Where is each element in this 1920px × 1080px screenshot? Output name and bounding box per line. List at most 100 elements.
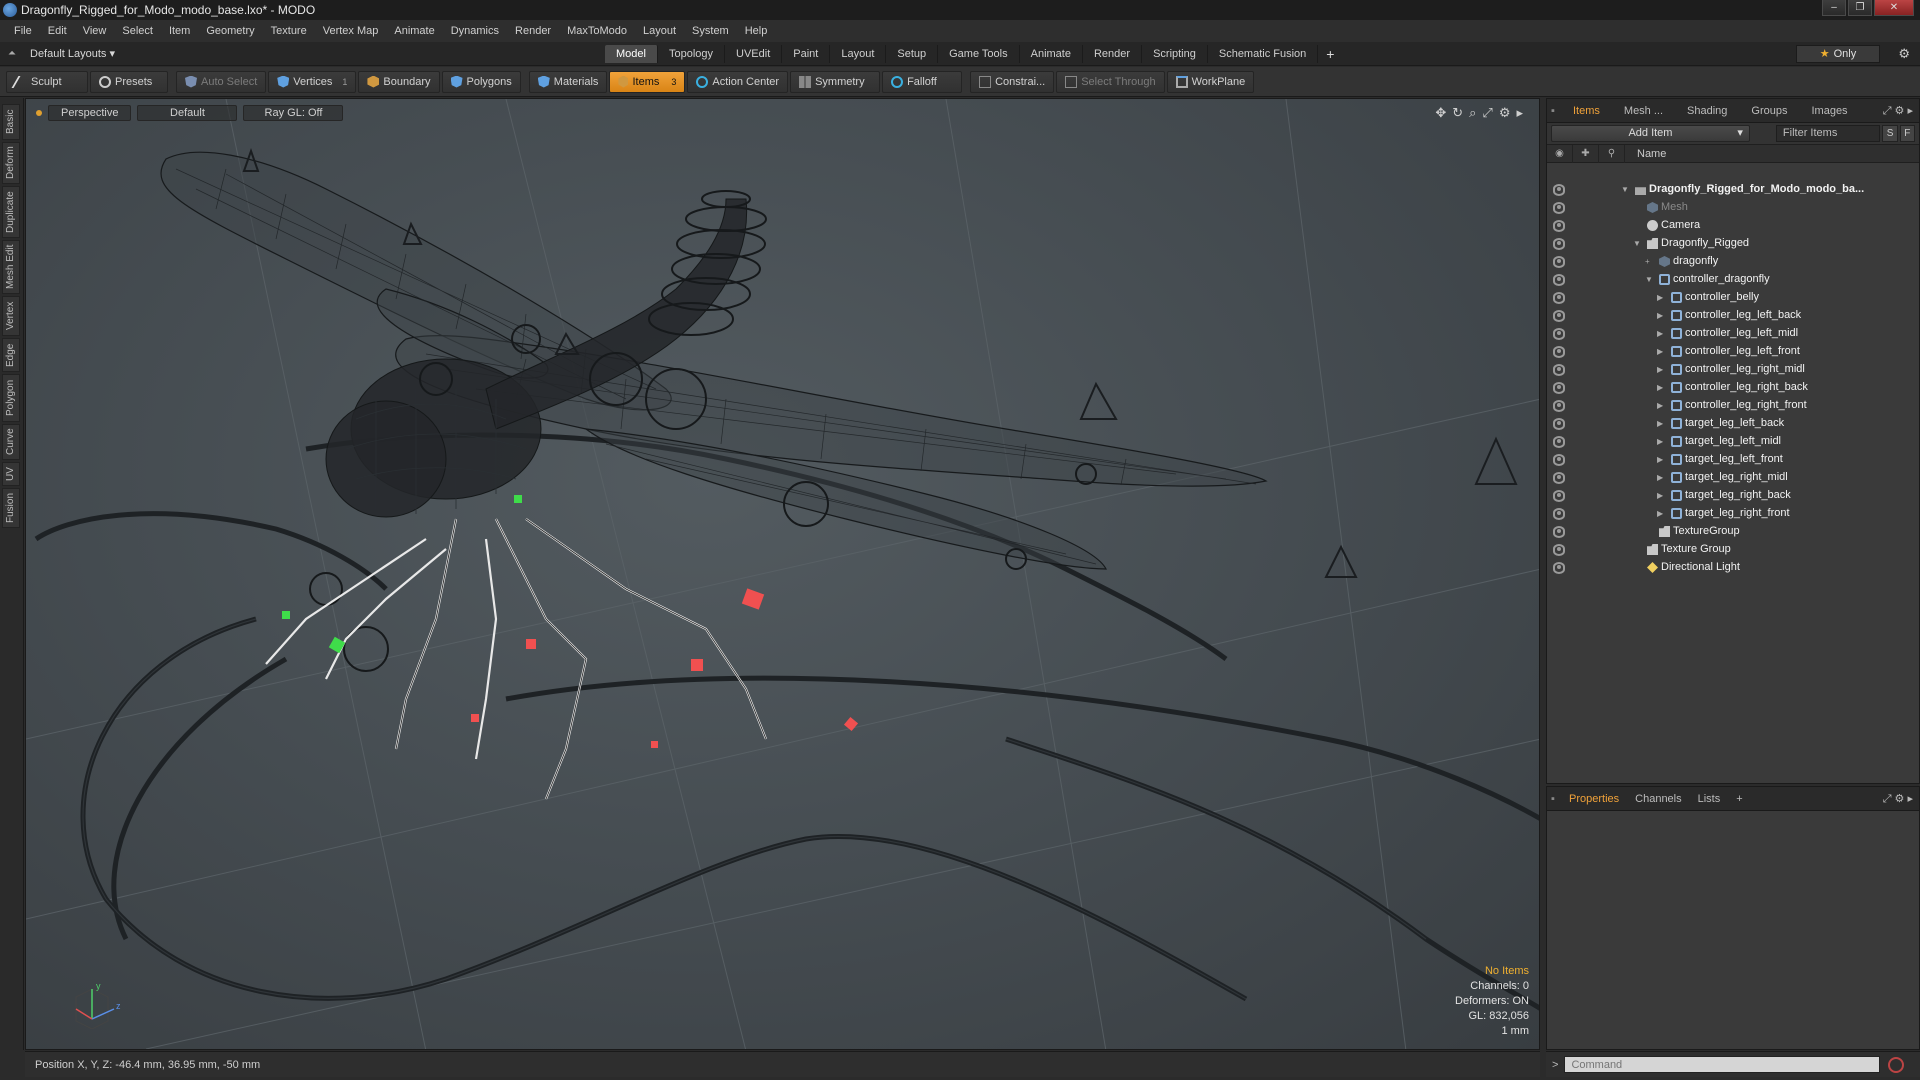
- expand-arrow-icon[interactable]: ▶: [1657, 491, 1663, 500]
- tab-groups[interactable]: Groups: [1739, 102, 1799, 120]
- visibility-column-icon[interactable]: ◉: [1547, 144, 1573, 163]
- visibility-eye-icon[interactable]: [1553, 400, 1565, 412]
- tree-row[interactable]: ▶ controller_leg_left_back: [1547, 307, 1919, 325]
- tab-animate[interactable]: Animate: [1020, 45, 1083, 63]
- expand-arrow-icon[interactable]: ▶: [1657, 401, 1663, 410]
- tree-row[interactable]: TextureGroup: [1547, 523, 1919, 541]
- expand-arrow-icon[interactable]: ▶: [1657, 329, 1663, 338]
- rig-controllers[interactable]: [282, 495, 859, 748]
- presets-button[interactable]: Presets: [90, 70, 168, 93]
- properties-options-icon[interactable]: ⤢ ⚙ ▸: [1883, 792, 1913, 806]
- tree-row[interactable]: ▶ target_leg_right_back: [1547, 487, 1919, 505]
- visibility-eye-icon[interactable]: [1553, 436, 1565, 448]
- panel-options-icon[interactable]: ⤢ ⚙ ▸: [1883, 104, 1913, 118]
- menu-file[interactable]: File: [6, 25, 40, 37]
- minimize-button[interactable]: –: [1822, 0, 1846, 16]
- gear-icon[interactable]: ⚙: [1898, 46, 1910, 62]
- visibility-eye-icon[interactable]: [1553, 454, 1565, 466]
- tab-game-tools[interactable]: Game Tools: [938, 45, 1020, 63]
- raygl-toggle[interactable]: Ray GL: Off: [243, 105, 344, 121]
- expand-arrow-icon[interactable]: +: [1645, 257, 1650, 266]
- tab-model[interactable]: Model: [605, 45, 658, 63]
- expand-arrow-icon[interactable]: ▶: [1657, 365, 1663, 374]
- menu-vertex-map[interactable]: Vertex Map: [315, 25, 387, 37]
- expand-arrow-icon[interactable]: ▶: [1657, 509, 1663, 518]
- tab-lists[interactable]: Lists: [1690, 790, 1729, 808]
- visibility-eye-icon[interactable]: [1553, 508, 1565, 520]
- viewport-gear-icon[interactable]: ⚙: [1499, 105, 1511, 121]
- f-button[interactable]: F: [1899, 125, 1915, 142]
- tree-row[interactable]: ▶ target_leg_left_midl: [1547, 433, 1919, 451]
- tab-topology[interactable]: Topology: [658, 45, 726, 63]
- only-button[interactable]: ★ Only: [1796, 45, 1880, 63]
- materials-button[interactable]: Materials: [528, 70, 608, 93]
- tree-row[interactable]: ▼ controller_dragonfly: [1547, 271, 1919, 289]
- menu-edit[interactable]: Edit: [40, 25, 75, 37]
- command-input[interactable]: [1564, 1056, 1881, 1073]
- tree-row[interactable]: ▼ Dragonfly_Rigged: [1547, 235, 1919, 253]
- tree-row[interactable]: Directional Light: [1547, 559, 1919, 577]
- tree-row[interactable]: ▶ controller_leg_left_front: [1547, 343, 1919, 361]
- default-layouts-dropdown[interactable]: Default Layouts ▾: [30, 47, 115, 60]
- s-button[interactable]: S: [1882, 125, 1898, 142]
- panel-menu-icon[interactable]: ▪: [1551, 105, 1561, 117]
- close-button[interactable]: ✕: [1874, 0, 1914, 16]
- expand-arrow-icon[interactable]: ▶: [1657, 419, 1663, 428]
- constraints-button[interactable]: Constrai...: [970, 70, 1055, 93]
- auto-select-button[interactable]: Auto Select: [176, 70, 267, 93]
- visibility-eye-icon[interactable]: [1553, 238, 1565, 250]
- visibility-eye-icon[interactable]: [1553, 544, 1565, 556]
- tree-row[interactable]: ▶ target_leg_right_midl: [1547, 469, 1919, 487]
- tab-basic[interactable]: Basic: [2, 104, 20, 140]
- visibility-eye-icon[interactable]: [1553, 562, 1565, 574]
- tab-shading[interactable]: Shading: [1675, 102, 1739, 120]
- tab-fusion[interactable]: Fusion: [2, 488, 20, 528]
- menu-system[interactable]: System: [684, 25, 737, 37]
- move-view-icon[interactable]: ✥: [1435, 105, 1446, 121]
- tree-row[interactable]: ▼ Dragonfly_Rigged_for_Modo_modo_ba...: [1547, 181, 1919, 199]
- tree-row[interactable]: ▶ controller_leg_right_back: [1547, 379, 1919, 397]
- expand-arrow-icon[interactable]: ▶: [1657, 455, 1663, 464]
- fit-view-icon[interactable]: ⤢: [1482, 105, 1492, 121]
- visibility-eye-icon[interactable]: [1553, 364, 1565, 376]
- collapse-arrow-icon[interactable]: ▼: [1633, 239, 1641, 248]
- expand-arrow-icon[interactable]: ▶: [1657, 311, 1663, 320]
- workplane-button[interactable]: WorkPlane: [1166, 70, 1255, 93]
- menu-help[interactable]: Help: [737, 25, 776, 37]
- tab-uvedit[interactable]: UVEdit: [725, 45, 783, 63]
- tab-scripting[interactable]: Scripting: [1142, 45, 1208, 63]
- viewport-more-icon[interactable]: ▸: [1516, 105, 1523, 121]
- tab-images[interactable]: Images: [1799, 102, 1859, 120]
- properties-menu-icon[interactable]: ▪: [1551, 793, 1561, 805]
- boundary-button[interactable]: Boundary: [358, 70, 440, 93]
- menu-texture[interactable]: Texture: [263, 25, 315, 37]
- tree-row[interactable]: ▶ target_leg_left_front: [1547, 451, 1919, 469]
- visibility-eye-icon[interactable]: [1553, 382, 1565, 394]
- menu-select[interactable]: Select: [114, 25, 161, 37]
- tree-row[interactable]: Texture Group: [1547, 541, 1919, 559]
- visibility-eye-icon[interactable]: [1553, 418, 1565, 430]
- 3d-viewport[interactable]: Perspective Default Ray GL: Off ✥ ↻ ⌕ ⤢ …: [25, 98, 1540, 1050]
- tab-properties[interactable]: Properties: [1561, 790, 1627, 808]
- zoom-view-icon[interactable]: ⌕: [1469, 105, 1476, 121]
- expand-arrow-icon[interactable]: ▶: [1657, 383, 1663, 392]
- layout-expand-icon[interactable]: ⏶: [8, 48, 18, 59]
- name-column-header[interactable]: Name: [1637, 148, 1666, 160]
- filter-items-input[interactable]: Filter Items: [1775, 125, 1881, 142]
- viewport-menu-icon[interactable]: [36, 110, 42, 116]
- visibility-eye-icon[interactable]: [1553, 184, 1565, 196]
- render-column-icon[interactable]: ⚲: [1599, 144, 1625, 163]
- tab-mesh-edit[interactable]: Mesh Edit: [2, 240, 20, 294]
- tree-row[interactable]: ▶ target_leg_left_back: [1547, 415, 1919, 433]
- visibility-eye-icon[interactable]: [1553, 256, 1565, 268]
- menu-maxtomodo[interactable]: MaxToModo: [559, 25, 635, 37]
- tab-paint[interactable]: Paint: [782, 45, 831, 63]
- menu-layout[interactable]: Layout: [635, 25, 684, 37]
- visibility-eye-icon[interactable]: [1553, 202, 1565, 214]
- symmetry-button[interactable]: Symmetry: [790, 70, 881, 93]
- tree-row[interactable]: + dragonfly: [1547, 253, 1919, 271]
- action-center-button[interactable]: Action Center: [687, 70, 789, 93]
- tree-row[interactable]: ▶ controller_leg_right_front: [1547, 397, 1919, 415]
- tree-row[interactable]: Mesh: [1547, 199, 1919, 217]
- add-properties-tab-button[interactable]: +: [1728, 790, 1750, 808]
